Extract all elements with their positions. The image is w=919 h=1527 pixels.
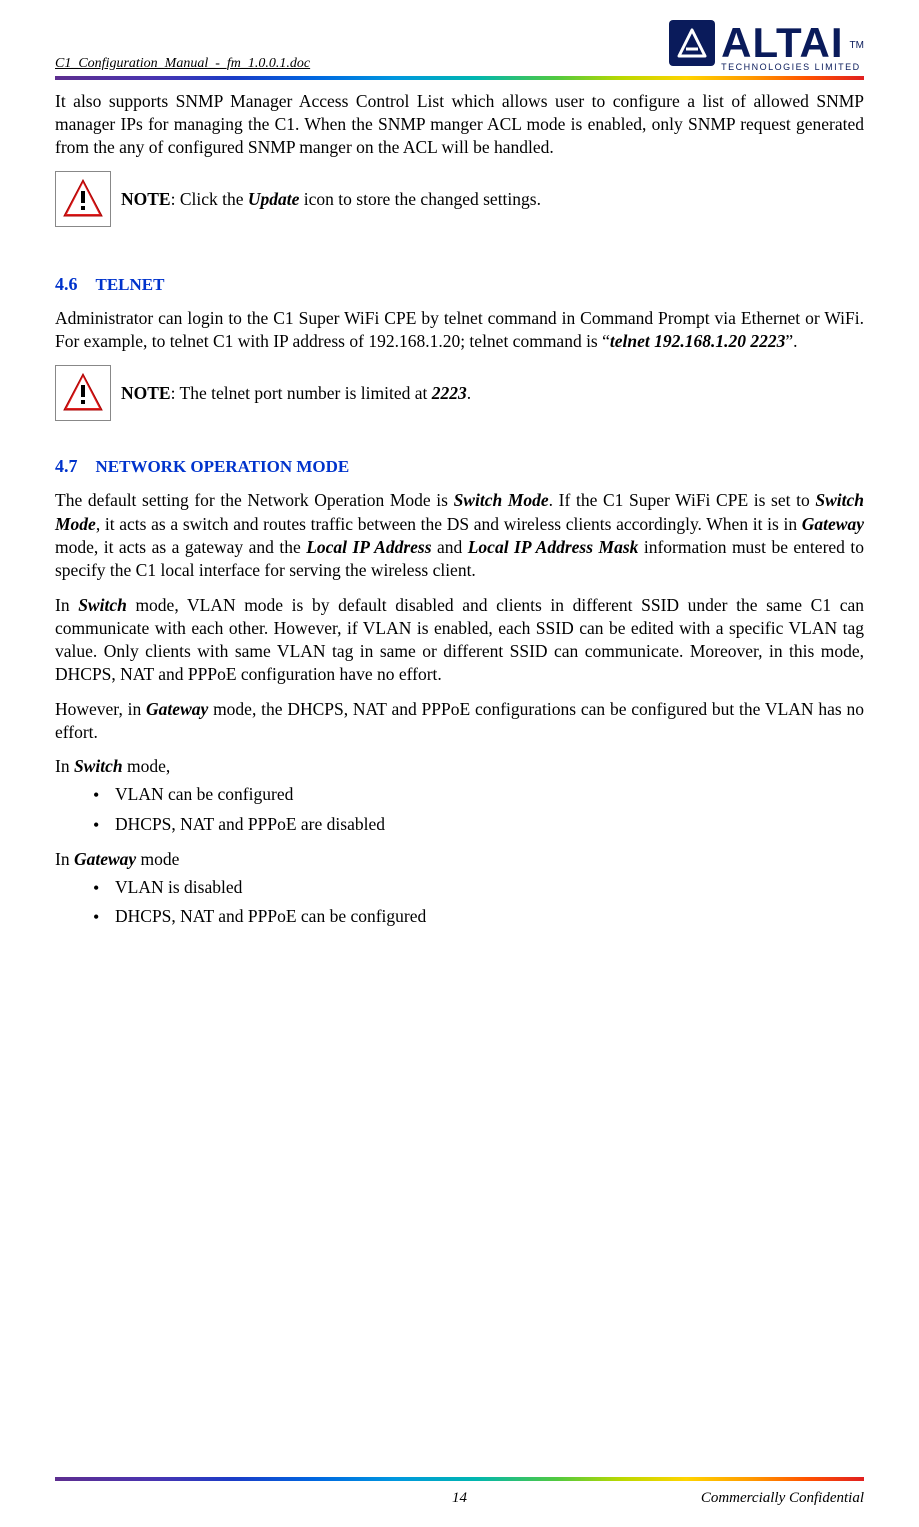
note-block-1: NOTE: Click the Update icon to store the… [55,171,864,227]
header-divider [55,76,864,80]
sec47-p3: However, in Gateway mode, the DHCPS, NAT… [55,698,864,744]
logo-trademark: TM [850,40,864,51]
gateway-bullets: VLAN is disabled DHCPS, NAT and PPPoE ca… [55,876,864,929]
brand-logo: ALTAI TM TECHNOLOGIES LIMITED [669,20,864,72]
warning-icon [55,171,111,227]
list-item: DHCPS, NAT and PPPoE are disabled [55,813,864,837]
note-label: NOTE [121,383,171,403]
note-label: NOTE [121,189,171,209]
warning-icon [55,365,111,421]
note-2-text: NOTE: The telnet port number is limited … [121,383,471,404]
switch-bullets: VLAN can be configured DHCPS, NAT and PP… [55,783,864,836]
list-item: VLAN is disabled [55,876,864,900]
doc-filename: C1_Configuration_Manual_-_fm_1.0.0.1.doc [55,56,310,72]
section-heading-4-7: 4.7NETWORK OPERATION MODE [55,449,864,479]
logo-tagline: TECHNOLOGIES LIMITED [721,62,861,72]
list-item: VLAN can be configured [55,783,864,807]
section-4-6: 4.6TELNET Administrator can login to the… [55,267,864,421]
page-footer: 14 Commercially Confidential [55,1490,864,1507]
footer-divider [55,1477,864,1481]
sec46-p1: Administrator can login to the C1 Super … [55,307,864,353]
list-item: DHCPS, NAT and PPPoE can be configured [55,905,864,929]
logo-icon [669,20,715,66]
gateway-mode-line: In Gateway mode [55,849,864,870]
sec47-p2: In Switch mode, VLAN mode is by default … [55,594,864,686]
section-4-7: 4.7NETWORK OPERATION MODE The default se… [55,449,864,928]
note-block-2: NOTE: The telnet port number is limited … [55,365,864,421]
page-header: C1_Configuration_Manual_-_fm_1.0.0.1.doc… [55,20,864,72]
note-1-text: NOTE: Click the Update icon to store the… [121,189,541,210]
sec47-p1: The default setting for the Network Oper… [55,489,864,581]
page-number: 14 [55,1490,864,1507]
switch-mode-line: In Switch mode, [55,756,864,777]
logo-text: ALTAI [721,22,843,64]
section-heading-4-6: 4.6TELNET [55,267,864,297]
intro-paragraph: It also supports SNMP Manager Access Con… [55,90,864,159]
